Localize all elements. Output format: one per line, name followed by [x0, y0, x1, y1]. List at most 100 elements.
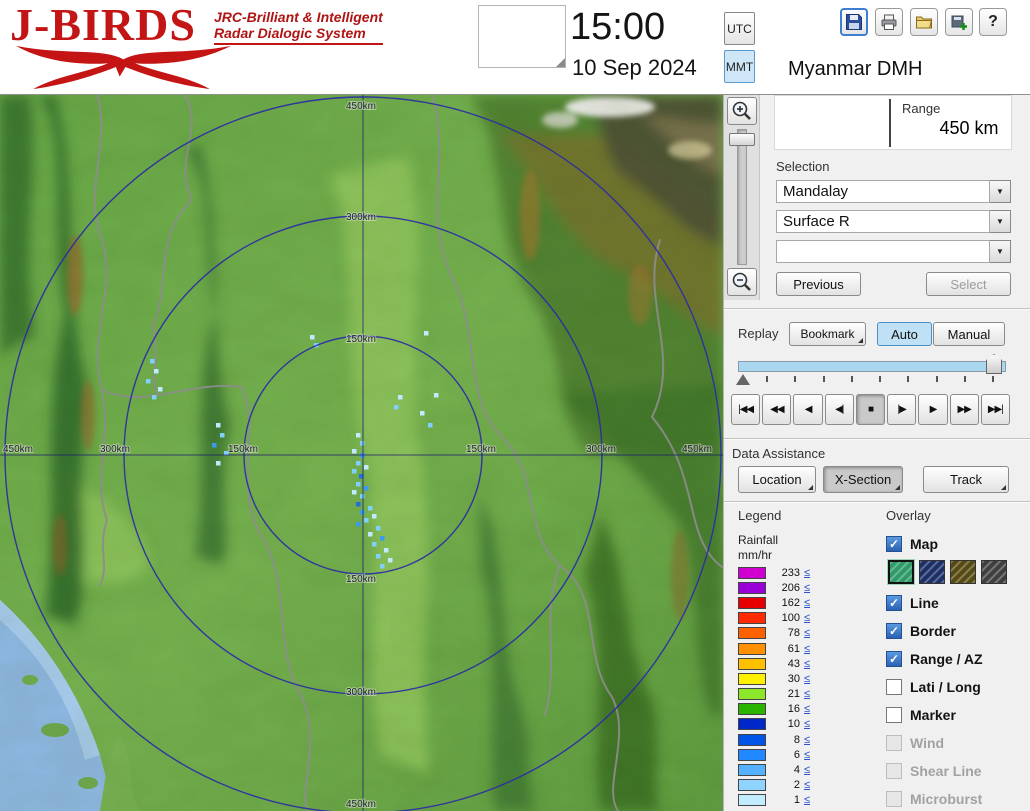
- previous-button[interactable]: Previous: [776, 272, 861, 296]
- map-range-label: 150km: [346, 574, 376, 585]
- rain-cell: [380, 564, 385, 569]
- map-style-green[interactable]: [888, 560, 914, 584]
- legend-threshold-link[interactable]: ≤: [804, 718, 810, 730]
- legend-value: 2: [793, 779, 800, 792]
- legend-row: 6 ≤: [738, 747, 853, 762]
- playback-first-button[interactable]: |◀◀: [731, 394, 761, 425]
- overlay-checkbox[interactable]: ✓: [886, 535, 902, 552]
- replay-tick: [794, 376, 797, 382]
- map-style-navy[interactable]: [919, 560, 945, 584]
- range-label: Range: [902, 101, 941, 116]
- print-button[interactable]: [875, 8, 903, 36]
- tagline-line1: JRC-Brilliant & Intelligent: [214, 9, 383, 25]
- help-button[interactable]: ?: [979, 8, 1007, 36]
- playback-last-button[interactable]: ▶▶|: [980, 394, 1010, 425]
- playback-stop-button[interactable]: ■: [855, 394, 886, 425]
- legend-color-swatch: [738, 581, 766, 594]
- zoom-slider-track[interactable]: [737, 129, 747, 265]
- overlay-checkbox[interactable]: [886, 678, 902, 695]
- playback-step-back-button[interactable]: ◀|: [824, 394, 854, 425]
- overlay-list: ✓ Map ✓ Line ✓ Border ✓ Range / AZ Lati / Long Ma…: [886, 532, 1030, 811]
- dropdown-1-arrow-button[interactable]: ▼: [990, 180, 1011, 203]
- overlay-checkbox[interactable]: [886, 790, 902, 807]
- mmt-toggle-button[interactable]: MMT: [724, 50, 755, 83]
- legend-threshold-link[interactable]: ≤: [804, 582, 810, 594]
- overlay-checkbox[interactable]: [886, 734, 902, 751]
- legend-row: 2 ≤: [738, 778, 853, 793]
- overlay-checkbox[interactable]: ✓: [886, 622, 902, 639]
- open-folder-button[interactable]: [910, 8, 938, 36]
- save-button[interactable]: [840, 8, 868, 36]
- dropdown-2-value[interactable]: Surface R: [776, 210, 990, 233]
- replay-slider-thumb[interactable]: [986, 354, 1002, 374]
- legend-title-rainfall: Rainfall: [738, 533, 779, 547]
- overlay-checkbox[interactable]: ✓: [886, 594, 902, 611]
- legend-threshold-link[interactable]: ≤: [804, 749, 810, 761]
- auto-button[interactable]: Auto: [877, 322, 932, 346]
- map-style-gray[interactable]: [981, 560, 1007, 584]
- map-range-label: 450km: [346, 799, 376, 810]
- overlay-item-label: Wind: [910, 734, 945, 751]
- replay-tick: [935, 376, 938, 382]
- legend-threshold-link[interactable]: ≤: [804, 673, 810, 685]
- legend-threshold-link[interactable]: ≤: [804, 764, 810, 776]
- zoom-out-button[interactable]: [727, 268, 757, 296]
- zoom-slider-thumb[interactable]: [729, 133, 755, 146]
- dropdown-3-value[interactable]: [776, 240, 990, 263]
- map-range-label: 150km: [228, 444, 258, 455]
- radar-map-display[interactable]: 450km 300km 150km 150km 300km 450km 450km 300km…: [0, 95, 723, 811]
- rain-cell: [154, 369, 159, 374]
- legend-threshold-link[interactable]: ≤: [804, 688, 810, 700]
- location-button[interactable]: Location: [738, 466, 816, 493]
- playback-play-button[interactable]: ▶: [918, 394, 948, 425]
- legend-threshold-link[interactable]: ≤: [804, 597, 810, 609]
- overlay-checkbox[interactable]: [886, 762, 902, 779]
- playback-rewind-button[interactable]: ◀◀: [762, 394, 792, 425]
- rain-cell: [150, 359, 155, 364]
- rain-cell: [384, 548, 389, 553]
- legend-value: 8: [793, 733, 800, 746]
- clock-time: 15:00: [570, 6, 666, 48]
- replay-slider-track[interactable]: [738, 361, 1006, 372]
- legend-threshold-link[interactable]: ≤: [804, 794, 810, 806]
- legend-color-swatch: [738, 764, 766, 777]
- playback-play-reverse-button[interactable]: ◀: [793, 394, 823, 425]
- overlay-checkbox[interactable]: [886, 706, 902, 723]
- legend-color-swatch: [738, 612, 766, 625]
- legend-threshold-link[interactable]: ≤: [804, 643, 810, 655]
- bookmark-button[interactable]: Bookmark: [789, 322, 866, 346]
- overlay-checkbox[interactable]: ✓: [886, 650, 902, 667]
- map-range-label: 450km: [682, 444, 712, 455]
- legend-threshold-link[interactable]: ≤: [804, 567, 810, 579]
- map-style-olive[interactable]: [950, 560, 976, 584]
- playback-fast-forward-button[interactable]: ▶▶: [949, 394, 979, 425]
- dropdown-1-value[interactable]: Mandalay: [776, 180, 990, 203]
- dropdown-2: Surface R ▼: [776, 210, 1011, 233]
- zoom-in-button[interactable]: [727, 97, 757, 125]
- track-button[interactable]: Track: [923, 466, 1009, 493]
- legend-threshold-link[interactable]: ≤: [804, 779, 810, 791]
- replay-tick: [907, 376, 910, 382]
- map-range-label: 450km: [3, 444, 33, 455]
- legend-color-swatch: [738, 672, 766, 685]
- legend-threshold-link[interactable]: ≤: [804, 734, 810, 746]
- legend-threshold-link[interactable]: ≤: [804, 612, 810, 624]
- dropdown-3-arrow-button[interactable]: ▼: [990, 240, 1011, 263]
- select-button[interactable]: Select: [926, 272, 1011, 296]
- legend-color-swatch: [738, 566, 766, 579]
- legend-threshold-link[interactable]: ≤: [804, 627, 810, 639]
- rain-cell: [356, 482, 361, 487]
- manual-button[interactable]: Manual: [933, 322, 1005, 346]
- dropdown-2-arrow-button[interactable]: ▼: [990, 210, 1011, 233]
- playback-step-forward-button[interactable]: |▶: [887, 394, 917, 425]
- legend-threshold-link[interactable]: ≤: [804, 703, 810, 715]
- control-panel: Range 450 km Selection Mandalay ▼ Surface …: [723, 95, 1030, 811]
- rain-cell: [220, 433, 225, 438]
- legend-color-swatch: [738, 642, 766, 655]
- rain-cell: [388, 558, 393, 563]
- utc-toggle-button[interactable]: UTC: [724, 12, 755, 45]
- legend-threshold-link[interactable]: ≤: [804, 658, 810, 670]
- import-button[interactable]: [945, 8, 973, 36]
- x-section-button[interactable]: X-Section: [823, 466, 903, 493]
- selection-label: Selection: [776, 159, 830, 174]
